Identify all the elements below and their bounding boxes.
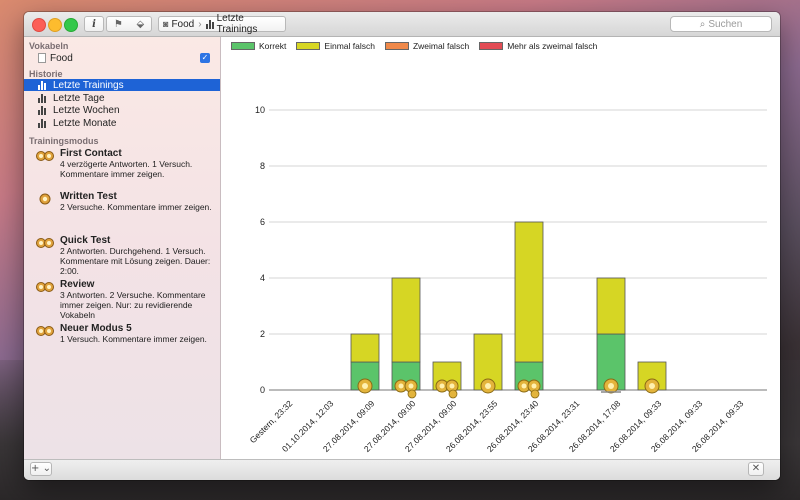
flag-tag-buttons[interactable]: ⚑ ⬙ (106, 16, 152, 32)
training-mode-glasses-icon (394, 379, 418, 399)
mode-title: Quick Test (60, 235, 111, 246)
search-icon: ⌕ (699, 18, 706, 30)
app-window: i ⚑ ⬙ ◙ Food › Letzte Trainings ⌕ Suchen… (24, 12, 780, 480)
minimize-window-button[interactable] (48, 18, 62, 32)
sidebar-item-label: Letzte Trainings (53, 79, 124, 91)
maximize-window-button[interactable] (64, 18, 78, 32)
y-tick-label: 2 (260, 329, 265, 339)
y-tick-label: 6 (260, 217, 265, 227)
chevron-right-icon: › (198, 18, 202, 30)
bar-segment (391, 277, 421, 363)
breadcrumb[interactable]: ◙ Food › Letzte Trainings (158, 13, 286, 35)
sidebar-item-letzte-monate[interactable]: Letzte Monate (24, 117, 220, 129)
training-mode-glasses-icon (517, 379, 541, 399)
section-heading-vokabeln: Vokabeln (29, 41, 69, 51)
sidebar: Vokabeln Food ✓ Historie Letzte Training… (24, 37, 221, 460)
close-window-button[interactable] (32, 18, 46, 32)
mode-description: 2 Versuche. Kommentare immer zeigen. (60, 202, 212, 212)
breadcrumb-item-food[interactable]: Food (171, 19, 194, 30)
mode-title: Review (60, 279, 95, 290)
bar-chart-icon (205, 19, 214, 29)
bar-chart-icon (38, 80, 46, 90)
mode-title: Written Test (60, 191, 117, 202)
chart-area: Korrekt Einmal falsch Zweimal falsch Meh… (221, 37, 780, 460)
info-icon: i (92, 18, 96, 30)
search-field[interactable]: ⌕ Suchen (670, 16, 772, 32)
glasses-icon (36, 151, 54, 161)
add-mode-button[interactable]: + ⌄ (30, 462, 52, 476)
training-history-chart: 0246810Gestern, 23:3201.10.2014, 12:0327… (248, 105, 767, 454)
sidebar-item-letzte-tage[interactable]: Letzte Tage (24, 92, 220, 104)
y-tick-label: 0 (260, 385, 265, 395)
tag-icon[interactable]: ⬙ (136, 19, 144, 30)
search-placeholder: Suchen (708, 18, 743, 30)
flag-icon[interactable]: ⚑ (114, 19, 123, 30)
bar-segment (350, 333, 380, 363)
training-mode-glasses-icon (644, 378, 660, 394)
bar-chart-icon (38, 93, 46, 103)
y-tick-label: 8 (260, 161, 265, 171)
mode-description: 2 Antworten. Durchgehend. 1 Versuch. Kom… (60, 246, 211, 276)
breadcrumb-item-training[interactable]: Letzte Trainings (217, 13, 285, 35)
section-heading-historie: Historie (29, 69, 63, 79)
glasses-icon (36, 326, 54, 336)
mode-description: 1 Versuch. Kommentare immer zeigen. (60, 334, 207, 344)
sidebar-item-letzte-trainings[interactable]: Letzte Trainings (24, 79, 220, 91)
mode-description: 3 Antworten. 2 Versuche. Kommentare imme… (60, 290, 206, 320)
document-icon (38, 53, 46, 63)
include-checkbox[interactable]: ✓ (200, 53, 210, 63)
y-tick-label: 10 (255, 105, 265, 115)
info-button[interactable]: i (84, 16, 104, 32)
titlebar: i ⚑ ⬙ ◙ Food › Letzte Trainings ⌕ Suchen (24, 12, 780, 37)
mode-description: 4 verzögerte Antworten. 1 Versuch. Komme… (60, 159, 193, 179)
sidebar-item-label: Letzte Wochen (53, 104, 120, 116)
sidebar-item-label: Food (50, 52, 73, 64)
glasses-icon (36, 282, 54, 292)
food-file-icon: ◙ (163, 19, 169, 29)
sidebar-item-label: Letzte Monate (53, 117, 117, 129)
close-icon[interactable]: ✕ (748, 462, 764, 476)
section-heading-trainingsmodus: Trainingsmodus (29, 136, 99, 146)
bar-segment (514, 221, 544, 363)
bar-chart-icon (38, 118, 46, 128)
sidebar-item-letzte-wochen[interactable]: Letzte Wochen (24, 104, 220, 116)
mode-title: Neuer Modus 5 (60, 323, 132, 334)
bar-segment (596, 277, 626, 335)
bar-chart-icon (38, 105, 46, 115)
y-tick-label: 4 (260, 273, 265, 283)
sidebar-item-label: Letzte Tage (53, 92, 105, 104)
sidebar-item-food[interactable]: Food ✓ (24, 52, 220, 64)
training-mode-glasses-icon (357, 378, 373, 394)
training-mode-glasses-icon (480, 378, 496, 394)
mode-title: First Contact (60, 148, 122, 159)
bottom-toolbar: + ⌄ ✕ (24, 459, 780, 480)
glasses-icon (36, 238, 54, 248)
glasses-icon (39, 193, 51, 205)
training-mode-glasses-icon (435, 379, 459, 399)
